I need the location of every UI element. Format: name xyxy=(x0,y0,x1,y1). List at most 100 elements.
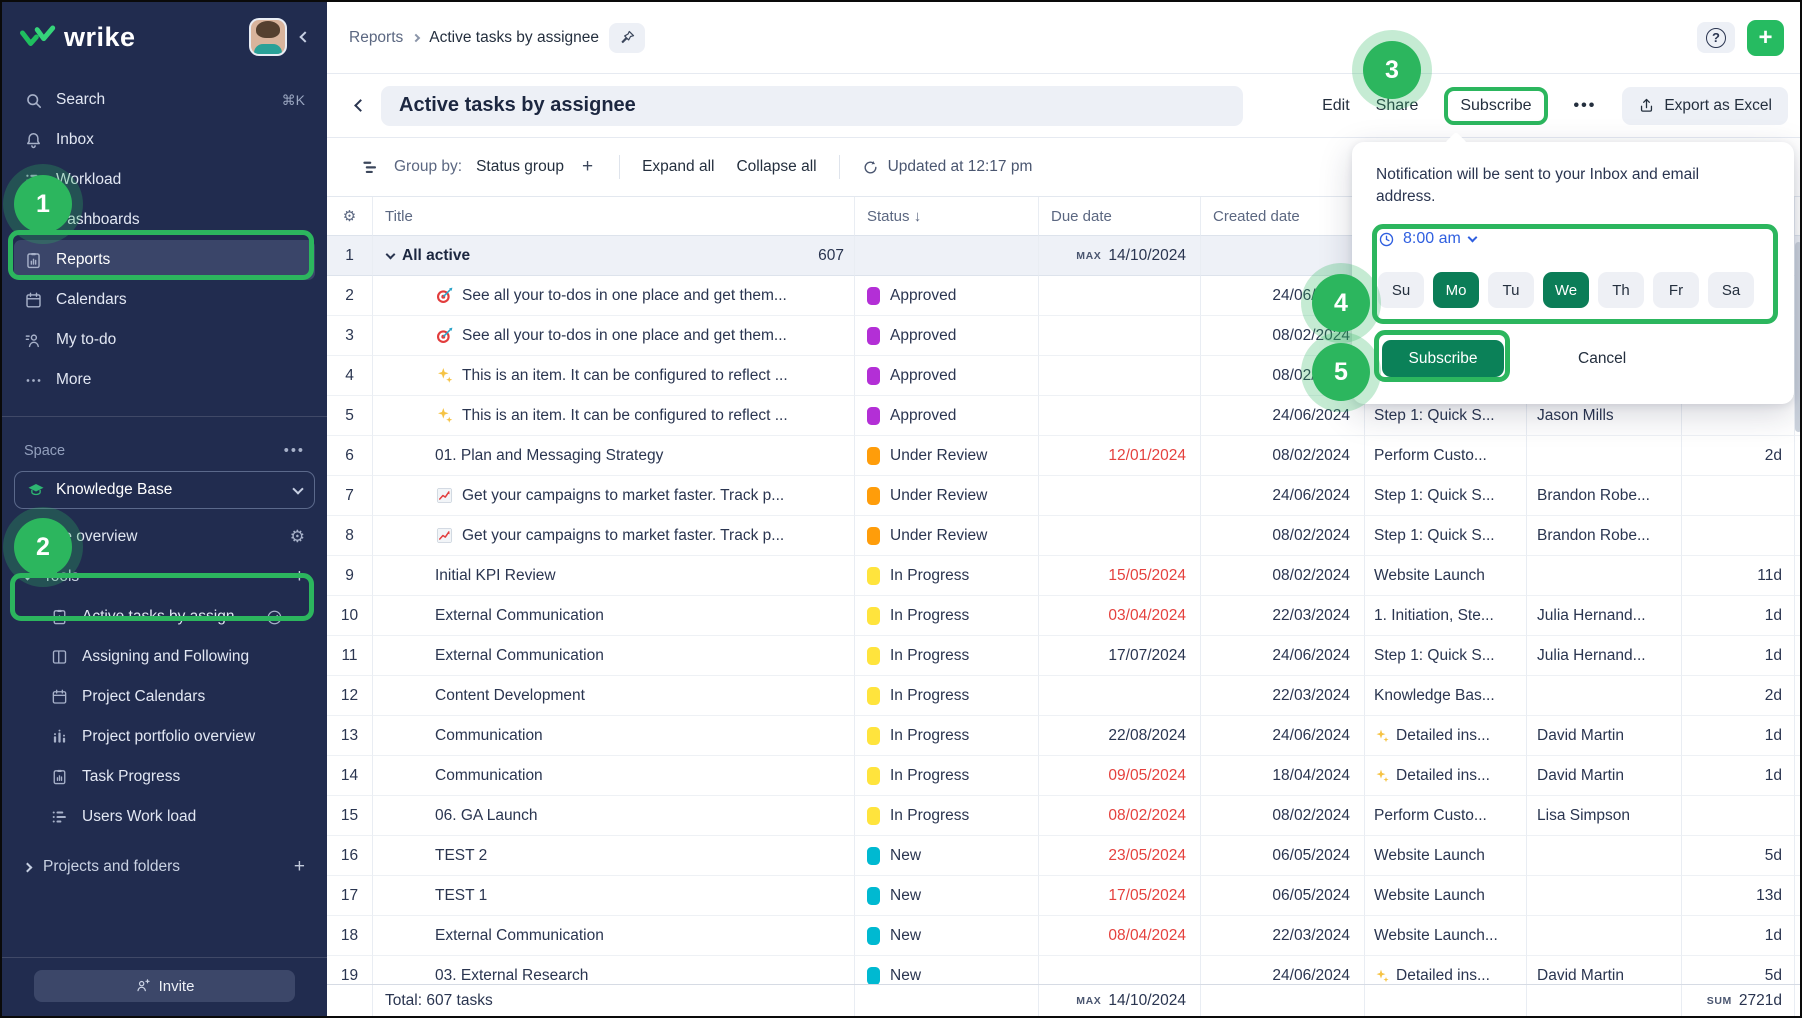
invite-button[interactable]: Invite xyxy=(34,970,295,1002)
due-date-cell[interactable] xyxy=(1039,476,1201,516)
day-pill-tu[interactable]: Tu xyxy=(1488,272,1534,308)
assignee-cell[interactable] xyxy=(1527,436,1682,476)
popup-cancel-button[interactable]: Cancel xyxy=(1578,350,1626,368)
parent-cell[interactable]: Website Launch xyxy=(1365,556,1527,596)
user-avatar[interactable] xyxy=(249,18,287,56)
assignee-cell[interactable]: Julia Hernand... xyxy=(1527,596,1682,636)
assignee-cell[interactable] xyxy=(1527,876,1682,916)
sidebar-item-reports[interactable]: Reports xyxy=(14,240,315,280)
popup-subscribe-button[interactable]: Subscribe xyxy=(1382,340,1504,377)
title-cell[interactable]: Content Development xyxy=(373,676,855,716)
table-row[interactable]: 10External CommunicationIn Progress03/04… xyxy=(327,596,1802,636)
sidebar-item-projects-and-folders[interactable]: Projects and folders + xyxy=(14,847,315,887)
chevron-down-icon[interactable] xyxy=(386,249,396,259)
parent-cell[interactable]: Step 1: Quick S... xyxy=(1365,516,1527,556)
space-selector-knowledge-base[interactable]: Knowledge Base xyxy=(14,471,315,509)
assignee-cell[interactable] xyxy=(1527,556,1682,596)
table-row[interactable]: 8Get your campaigns to market faster. Tr… xyxy=(327,516,1802,556)
status-cell[interactable]: Under Review xyxy=(855,516,1039,556)
due-date-cell[interactable]: 23/05/2024 xyxy=(1039,836,1201,876)
column-header-title[interactable]: Title xyxy=(373,197,855,236)
status-cell[interactable]: New xyxy=(855,836,1039,876)
back-button[interactable] xyxy=(347,101,373,110)
column-header-due-date[interactable]: Due date xyxy=(1039,197,1201,236)
table-row[interactable]: 1506. GA LaunchIn Progress08/02/202408/0… xyxy=(327,796,1802,836)
pin-button[interactable] xyxy=(609,23,645,53)
tool-item-assigning-and-following[interactable]: Assigning and Following xyxy=(14,637,315,677)
share-button[interactable]: Share xyxy=(1376,97,1419,115)
add-project-icon[interactable]: + xyxy=(294,856,305,878)
refresh-status[interactable]: Updated at 12:17 pm xyxy=(862,158,1033,176)
parent-cell[interactable]: Website Launch... xyxy=(1365,916,1527,956)
parent-cell[interactable]: 1. Initiation, Ste... xyxy=(1365,596,1527,636)
table-row[interactable]: 18External CommunicationNew08/04/202422/… xyxy=(327,916,1802,956)
status-cell[interactable]: In Progress xyxy=(855,556,1039,596)
title-cell[interactable]: External Communication xyxy=(373,636,855,676)
assignee-cell[interactable]: David Martin xyxy=(1527,756,1682,796)
status-cell[interactable]: In Progress xyxy=(855,636,1039,676)
group-by-value[interactable]: Status group xyxy=(476,158,564,176)
status-cell[interactable]: Approved xyxy=(855,316,1039,356)
tool-item-users-work-load[interactable]: Users Work load xyxy=(14,797,315,837)
title-cell[interactable]: Communication xyxy=(373,756,855,796)
expand-all-button[interactable]: Expand all xyxy=(642,158,714,176)
sidebar-item-more[interactable]: More xyxy=(14,360,315,400)
due-date-cell[interactable]: 08/02/2024 xyxy=(1039,796,1201,836)
title-cell[interactable]: This is an item. It can be configured to… xyxy=(373,396,855,436)
sidebar-item-my-to-do[interactable]: My to-do xyxy=(14,320,315,360)
assignee-cell[interactable] xyxy=(1527,676,1682,716)
assignee-cell[interactable]: Brandon Robe... xyxy=(1527,516,1682,556)
title-cell[interactable]: TEST 1 xyxy=(373,876,855,916)
status-cell[interactable]: Approved xyxy=(855,356,1039,396)
parent-cell[interactable]: Step 1: Quick S... xyxy=(1365,476,1527,516)
sidebar-item-search[interactable]: Search⌘K xyxy=(14,80,315,120)
assignee-cell[interactable]: Julia Hernand... xyxy=(1527,636,1682,676)
title-cell[interactable]: 06. GA Launch xyxy=(373,796,855,836)
sidebar-item-space-overview[interactable]: Space overview ⚙ xyxy=(14,517,315,557)
table-row[interactable]: 601. Plan and Messaging StrategyUnder Re… xyxy=(327,436,1802,476)
status-cell[interactable]: In Progress xyxy=(855,756,1039,796)
table-row[interactable]: 12Content DevelopmentIn Progress22/03/20… xyxy=(327,676,1802,716)
sidebar-item-inbox[interactable]: Inbox xyxy=(14,120,315,160)
parent-cell[interactable]: Step 1: Quick S... xyxy=(1365,636,1527,676)
status-cell[interactable]: In Progress xyxy=(855,716,1039,756)
status-cell[interactable]: New xyxy=(855,916,1039,956)
title-cell[interactable]: Initial KPI Review xyxy=(373,556,855,596)
status-cell[interactable] xyxy=(855,236,1039,276)
more-actions-icon[interactable]: ••• xyxy=(1574,97,1597,115)
title-cell[interactable]: Communication xyxy=(373,716,855,756)
edit-button[interactable]: Edit xyxy=(1322,97,1350,115)
due-date-cell[interactable]: 03/04/2024 xyxy=(1039,596,1201,636)
parent-cell[interactable]: Website Launch xyxy=(1365,836,1527,876)
parent-cell[interactable]: Perform Custo... xyxy=(1365,436,1527,476)
tool-item-active-tasks-by-assign-[interactable]: Active tasks by assign... xyxy=(14,597,315,637)
title-cell[interactable]: See all your to-dos in one place and get… xyxy=(373,316,855,356)
sidebar-collapse-button[interactable] xyxy=(297,24,313,50)
title-cell[interactable]: TEST 2 xyxy=(373,836,855,876)
due-date-cell[interactable] xyxy=(1039,316,1201,356)
tool-item-task-progress[interactable]: Task Progress xyxy=(14,757,315,797)
due-date-cell[interactable]: 09/05/2024 xyxy=(1039,756,1201,796)
status-cell[interactable]: New xyxy=(855,876,1039,916)
status-cell[interactable]: In Progress xyxy=(855,596,1039,636)
title-cell[interactable]: External Communication xyxy=(373,916,855,956)
status-cell[interactable]: Approved xyxy=(855,396,1039,436)
status-cell[interactable]: In Progress xyxy=(855,796,1039,836)
table-row[interactable]: 17TEST 1New17/05/202406/05/2024Website L… xyxy=(327,876,1802,916)
day-pill-we[interactable]: We xyxy=(1543,272,1589,308)
due-date-cell[interactable]: 17/05/2024 xyxy=(1039,876,1201,916)
assignee-cell[interactable]: Lisa Simpson xyxy=(1527,796,1682,836)
sidebar-item-workload[interactable]: Workload xyxy=(14,160,315,200)
help-button[interactable]: ? xyxy=(1697,22,1735,53)
table-row[interactable]: 11External CommunicationIn Progress17/07… xyxy=(327,636,1802,676)
column-settings-gear-icon[interactable]: ⚙ xyxy=(327,197,373,236)
due-date-cell[interactable] xyxy=(1039,356,1201,396)
title-cell[interactable]: See all your to-dos in one place and get… xyxy=(373,276,855,316)
status-cell[interactable]: Approved xyxy=(855,276,1039,316)
parent-cell[interactable]: Perform Custo... xyxy=(1365,796,1527,836)
due-date-cell[interactable]: 15/05/2024 xyxy=(1039,556,1201,596)
due-date-cell[interactable] xyxy=(1039,676,1201,716)
time-selector[interactable]: 8:00 am xyxy=(1378,230,1476,248)
add-group-icon[interactable]: + xyxy=(578,156,597,178)
tool-item-project-portfolio-overview[interactable]: Project portfolio overview xyxy=(14,717,315,757)
